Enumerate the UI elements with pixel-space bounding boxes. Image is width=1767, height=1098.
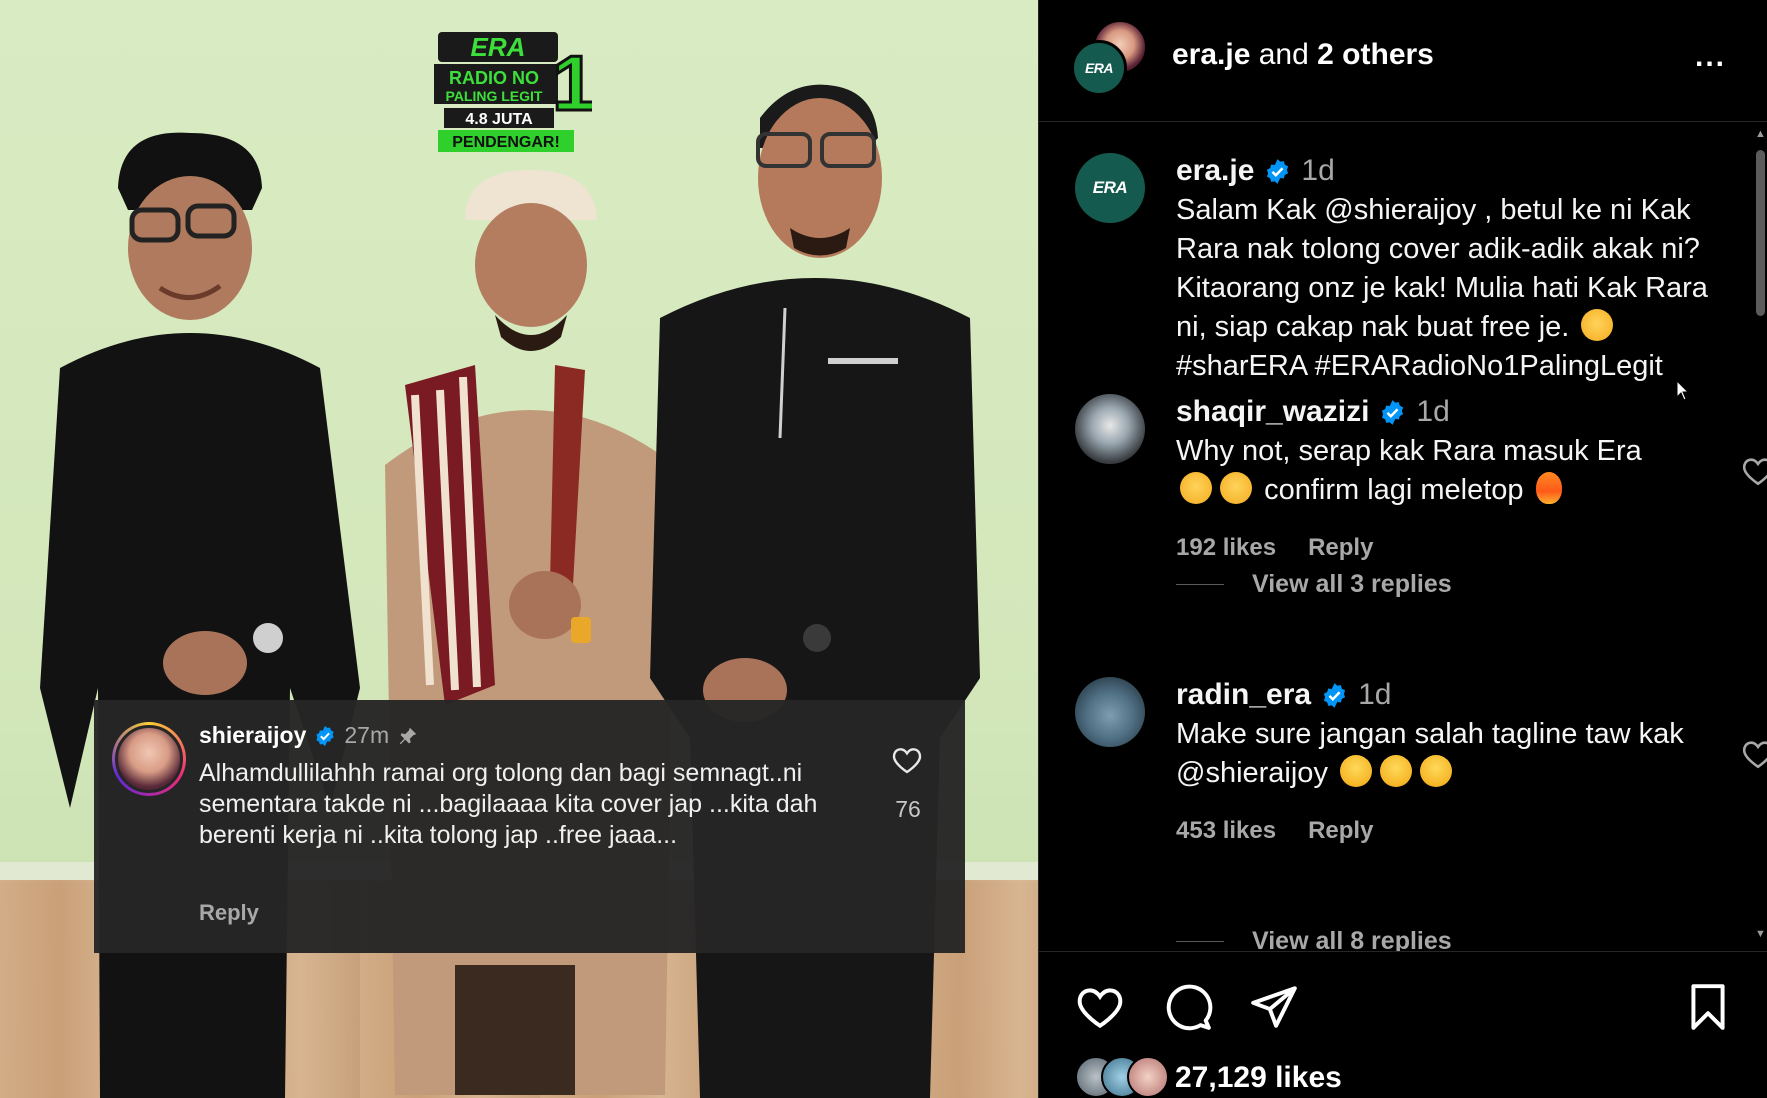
- shieraijoy-avatar[interactable]: [112, 722, 186, 796]
- tears-of-joy-emoji-icon: [1340, 755, 1373, 787]
- logo-line2: PALING LEGIT: [446, 88, 543, 104]
- verified-badge-icon: [1324, 682, 1346, 708]
- fire-emoji-icon: [1535, 472, 1562, 504]
- overlay-comment-text: Alhamdullilahhh ramai org tolong dan bag…: [199, 759, 818, 849]
- era-badge-text: ERA: [1084, 60, 1114, 76]
- likes-summary[interactable]: 27,129 likes: [1075, 1056, 1342, 1098]
- logo-brand: ERA: [471, 32, 526, 62]
- era-je-avatar: ERA: [1071, 40, 1127, 96]
- comment-likes[interactable]: 453 likes: [1176, 817, 1276, 845]
- replies-divider: [1176, 941, 1224, 942]
- logo-line4: PENDENGAR!: [452, 134, 560, 151]
- comment-text-line1: Why not, serap kak Rara masuk Era: [1176, 435, 1642, 467]
- comment-time: 1d: [1301, 154, 1335, 187]
- heart-outline-icon[interactable]: [890, 744, 924, 776]
- crying-emoji-icon: [1180, 472, 1212, 504]
- overlay-like-count: 76: [895, 796, 921, 822]
- liker-avatars: [1075, 1056, 1169, 1098]
- comment-text: Why not, serap kak Rara masuk Era confir…: [1176, 432, 1736, 510]
- author-joiner: and: [1258, 38, 1309, 71]
- heart-icon[interactable]: [1075, 982, 1125, 1032]
- logo-number: 1: [552, 39, 592, 127]
- view-replies-button[interactable]: View all 3 replies: [1176, 570, 1452, 599]
- author-others[interactable]: 2 others: [1317, 38, 1434, 71]
- logo-line1: RADIO NO: [449, 68, 539, 88]
- shaqir-wazizi-avatar[interactable]: [1075, 394, 1145, 464]
- view-replies-label[interactable]: View all 3 replies: [1252, 570, 1452, 599]
- bookmark-icon[interactable]: [1683, 982, 1733, 1032]
- smiling-hearts-emoji-icon: [1220, 472, 1252, 504]
- caption-text: Salam Kak @shieraijoy , betul ke ni Kak …: [1176, 191, 1736, 386]
- overlay-time: 27m: [344, 722, 390, 748]
- radin-era-avatar[interactable]: [1075, 677, 1145, 747]
- comment-icon[interactable]: [1163, 982, 1213, 1032]
- reply-button[interactable]: Reply: [1308, 817, 1373, 845]
- scroll-up-arrow-icon[interactable]: ▲: [1755, 128, 1766, 140]
- send-icon[interactable]: [1249, 982, 1299, 1032]
- comment-likes[interactable]: 192 likes: [1176, 534, 1276, 562]
- tears-of-joy-emoji-icon: [1420, 755, 1453, 787]
- overlay-comment-header: shieraijoy 27m: [199, 722, 419, 749]
- crying-emoji-icon: [1581, 309, 1614, 341]
- era-je-avatar[interactable]: ERA: [1075, 153, 1145, 223]
- overlay-username[interactable]: shieraijoy: [199, 722, 306, 749]
- replies-divider: [1176, 584, 1224, 585]
- collab-avatars[interactable]: ERA: [1071, 20, 1151, 96]
- pin-icon: [399, 727, 417, 744]
- logo-line3: 4.8 JUTA: [465, 111, 533, 128]
- post-details-panel: ERA era.je and 2 others ... ERA era.je 1…: [1038, 0, 1767, 1098]
- tears-of-joy-emoji-icon: [1380, 755, 1413, 787]
- comment-username[interactable]: shaqir_wazizi: [1176, 394, 1369, 430]
- view-replies-label[interactable]: View all 8 replies: [1252, 927, 1452, 951]
- comment-time: 1d: [1416, 395, 1450, 428]
- liker-avatar: [1127, 1056, 1169, 1098]
- post-author-line[interactable]: era.je and 2 others: [1172, 38, 1434, 72]
- overlay-reply-button[interactable]: Reply: [199, 900, 259, 926]
- caption-text-main: Salam Kak @shieraijoy , betul ke ni Kak …: [1176, 194, 1708, 343]
- comments-scrollbar[interactable]: ▲ ▼: [1752, 128, 1767, 948]
- caption-hashtags[interactable]: #sharERA #ERARadioNo1PalingLegit: [1176, 350, 1663, 382]
- pinned-comment-overlay: shieraijoy 27m Alhamdullilahhh ramai org…: [94, 700, 965, 953]
- comment-username[interactable]: era.je: [1176, 153, 1254, 189]
- comments-list[interactable]: ERA era.je 1d Salam Kak @shieraijoy , be…: [1039, 123, 1767, 951]
- post-actions-bar: 27,129 likes: [1039, 951, 1767, 1098]
- caption-body: era.je 1d Salam Kak @shieraijoy , betul …: [1176, 153, 1736, 386]
- comment-text-line2: confirm lagi meletop: [1264, 474, 1524, 506]
- person-middle: [385, 165, 675, 1098]
- mouse-cursor-icon: [1676, 380, 1690, 401]
- author-username[interactable]: era.je: [1172, 38, 1250, 71]
- reply-button[interactable]: Reply: [1308, 534, 1373, 562]
- comment-time: 1d: [1358, 678, 1392, 711]
- verified-badge-icon: [1267, 158, 1289, 184]
- comment-username[interactable]: radin_era: [1176, 677, 1311, 713]
- verified-badge-icon: [316, 725, 335, 746]
- view-replies-button[interactable]: View all 8 replies: [1176, 927, 1452, 951]
- post-header: ERA era.je and 2 others ...: [1039, 0, 1767, 122]
- more-horizontal-icon[interactable]: ...: [1695, 40, 1726, 74]
- post-media[interactable]: ERA RADIO NO PALING LEGIT 1 4.8 JUTA PEN…: [0, 0, 1038, 1098]
- comment-text: Make sure jangan salah tagline taw kak @…: [1176, 715, 1736, 793]
- verified-badge-icon: [1382, 399, 1404, 425]
- era-radio-logo: ERA RADIO NO PALING LEGIT 1 4.8 JUTA PEN…: [434, 30, 597, 158]
- era-badge-text: ERA: [1092, 178, 1128, 197]
- scroll-down-arrow-icon[interactable]: ▼: [1755, 928, 1766, 940]
- scrollbar-thumb[interactable]: [1756, 150, 1765, 316]
- total-likes[interactable]: 27,129 likes: [1175, 1061, 1342, 1095]
